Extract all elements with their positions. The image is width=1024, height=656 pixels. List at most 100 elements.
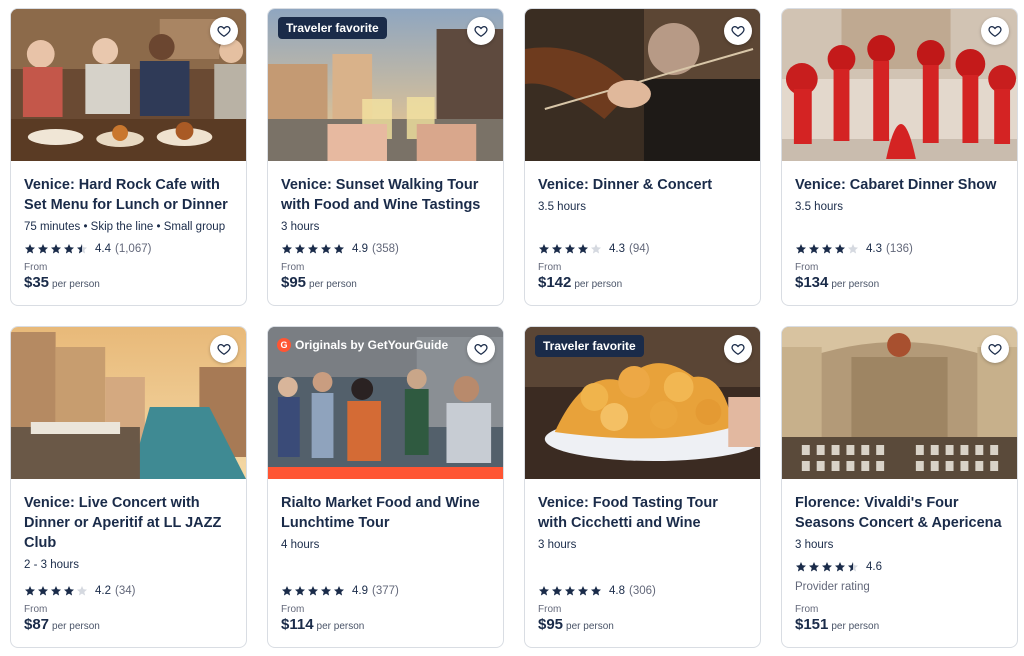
star-rating: [24, 585, 88, 597]
rating: 4.9 (377): [281, 585, 399, 597]
star-icon: [295, 244, 305, 254]
review-count: (136): [886, 243, 913, 255]
star-icon: [295, 586, 305, 596]
per-person-label: per person: [52, 621, 100, 632]
rating-value: 4.3: [609, 243, 625, 255]
activity-image: [11, 327, 246, 479]
star-rating: [24, 243, 88, 255]
activity-card[interactable]: Venice: Hard Rock Cafe with Set Menu for…: [10, 8, 247, 306]
from-label: From: [795, 262, 819, 273]
rating-value: 4.9: [352, 243, 368, 255]
activity-title[interactable]: Rialto Market Food and Wine Lunchtime To…: [281, 493, 493, 533]
activity-details: 2 - 3 hours: [24, 559, 79, 571]
star-icon: [38, 586, 48, 596]
activity-details: 3.5 hours: [795, 201, 843, 213]
per-person-label: per person: [831, 621, 880, 632]
star-icon: [591, 244, 601, 254]
originals-strip: [268, 467, 503, 479]
activity-title[interactable]: Venice: Cabaret Dinner Show: [795, 175, 1007, 195]
star-icon: [64, 586, 74, 596]
star-icon: [848, 562, 858, 572]
star-icon: [822, 244, 832, 254]
wishlist-button[interactable]: [467, 17, 495, 45]
star-icon: [77, 244, 87, 254]
activity-card[interactable]: Traveler favorite Venice: Sunset Walking…: [267, 8, 504, 306]
provider-rating-label: Provider rating: [795, 581, 870, 593]
per-person-label: per person: [52, 279, 100, 290]
star-icon: [552, 586, 562, 596]
wishlist-button[interactable]: [210, 17, 238, 45]
star-rating: [538, 243, 602, 255]
star-icon: [321, 586, 331, 596]
activity-image: [782, 327, 1017, 479]
from-label: From: [24, 604, 48, 615]
review-count: (358): [372, 243, 399, 255]
activity-card[interactable]: Venice: Live Concert with Dinner or Aper…: [10, 326, 247, 648]
star-icon: [835, 244, 845, 254]
rating: 4.2 (34): [24, 585, 135, 597]
star-icon: [848, 244, 858, 254]
activity-title[interactable]: Florence: Vivaldi's Four Seasons Concert…: [795, 493, 1007, 533]
wishlist-button[interactable]: [724, 335, 752, 363]
wishlist-button[interactable]: [210, 335, 238, 363]
from-label: From: [24, 262, 48, 273]
star-icon: [809, 244, 819, 254]
star-icon: [552, 244, 562, 254]
activity-details: 75 minutes • Skip the line • Small group: [24, 221, 226, 233]
rating: 4.6: [795, 561, 882, 573]
star-icon: [539, 586, 549, 596]
from-label: From: [538, 604, 562, 615]
star-icon: [282, 244, 292, 254]
star-icon: [308, 244, 318, 254]
from-label: From: [795, 604, 819, 615]
star-icon: [51, 586, 61, 596]
getyourguide-logo-icon: G: [277, 338, 291, 352]
traveler-favorite-badge: Traveler favorite: [278, 17, 387, 39]
price-block: From $95 per person: [538, 604, 614, 634]
activity-title[interactable]: Venice: Live Concert with Dinner or Aper…: [24, 493, 236, 553]
heart-icon: [217, 25, 231, 38]
activity-grid: Venice: Hard Rock Cafe with Set Menu for…: [10, 8, 1018, 648]
star-icon: [334, 244, 344, 254]
rating-value: 4.9: [352, 585, 368, 597]
rating: 4.3 (94): [538, 243, 649, 255]
price: $35: [24, 274, 50, 291]
price: $95: [281, 274, 307, 291]
activity-image: G Originals by GetYourGuide: [268, 327, 503, 479]
wishlist-button[interactable]: [724, 17, 752, 45]
wishlist-button[interactable]: [981, 17, 1009, 45]
activity-card[interactable]: Venice: Dinner & Concert 3.5 hours 4.3 (…: [524, 8, 761, 306]
wishlist-button[interactable]: [467, 335, 495, 363]
heart-icon: [988, 343, 1002, 356]
activity-card[interactable]: Florence: Vivaldi's Four Seasons Concert…: [781, 326, 1018, 648]
star-icon: [539, 244, 549, 254]
heart-icon: [731, 25, 745, 38]
rating-value: 4.8: [609, 585, 625, 597]
rating: 4.4 (1,067): [24, 243, 151, 255]
price: $134: [795, 274, 829, 291]
activity-image: [11, 9, 246, 161]
activity-title[interactable]: Venice: Dinner & Concert: [538, 175, 750, 195]
rating-value: 4.4: [95, 243, 111, 255]
star-icon: [51, 244, 61, 254]
heart-icon: [988, 25, 1002, 38]
rating: 4.9 (358): [281, 243, 399, 255]
heart-icon: [217, 343, 231, 356]
wishlist-button[interactable]: [981, 335, 1009, 363]
rating-value: 4.3: [866, 243, 882, 255]
star-rating: [795, 243, 859, 255]
star-icon: [809, 562, 819, 572]
review-count: (34): [115, 585, 136, 597]
rating-value: 4.6: [866, 561, 882, 573]
heart-icon: [474, 25, 488, 38]
activity-title[interactable]: Venice: Sunset Walking Tour with Food an…: [281, 175, 493, 215]
activity-card[interactable]: G Originals by GetYourGuide Rialto Marke…: [267, 326, 504, 648]
activity-title[interactable]: Venice: Food Tasting Tour with Cicchetti…: [538, 493, 750, 533]
star-rating: [538, 585, 602, 597]
star-icon: [334, 586, 344, 596]
activity-image: Traveler favorite: [268, 9, 503, 161]
per-person-label: per person: [309, 279, 357, 290]
activity-card[interactable]: Traveler favorite Venice: Food Tasting T…: [524, 326, 761, 648]
activity-title[interactable]: Venice: Hard Rock Cafe with Set Menu for…: [24, 175, 236, 215]
activity-card[interactable]: Venice: Cabaret Dinner Show 3.5 hours 4.…: [781, 8, 1018, 306]
